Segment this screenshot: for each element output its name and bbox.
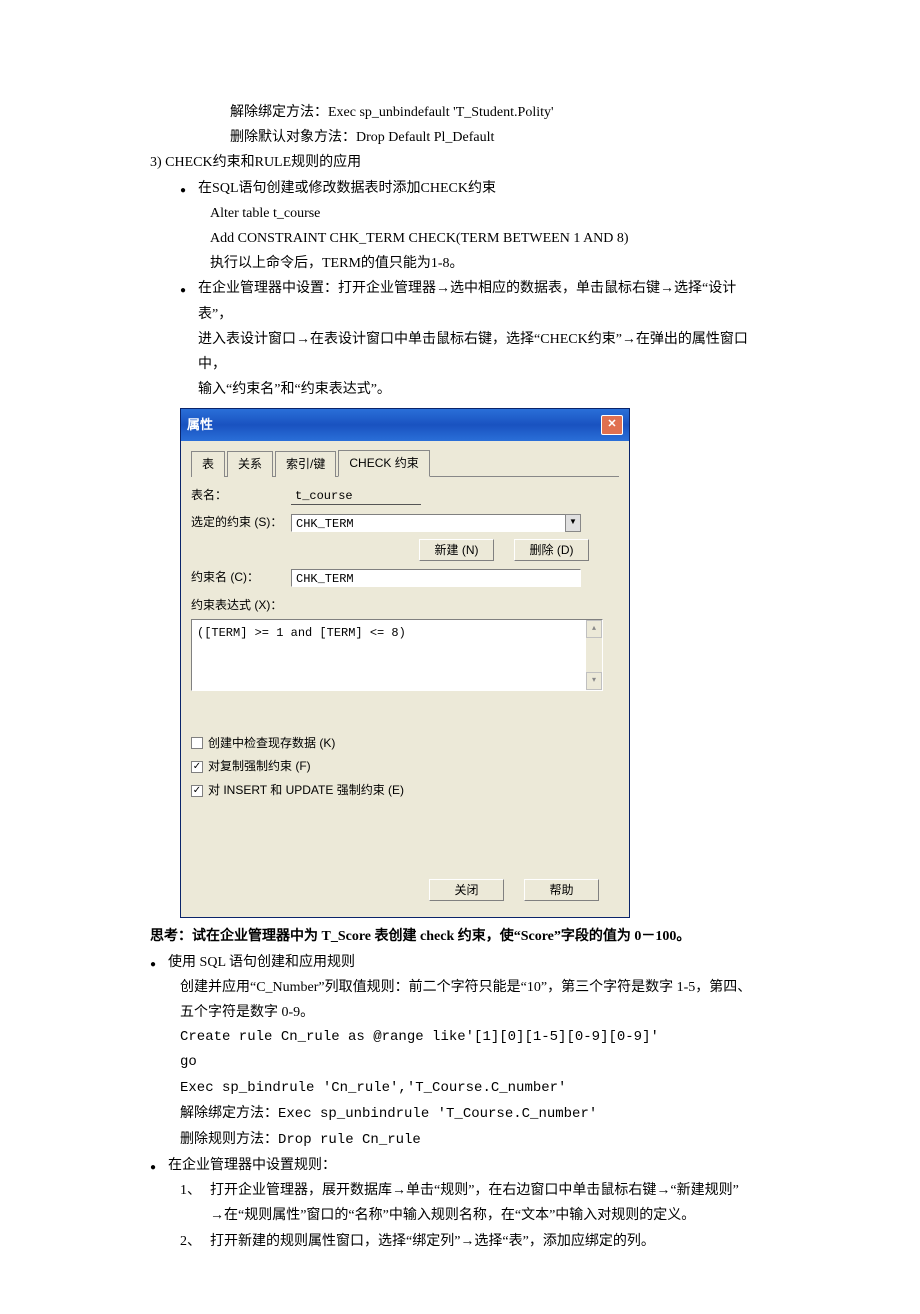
bullet-text-2: 在企业管理器中设置：打开企业管理器→选中相应的数据表，单击鼠标右键→选择“设计表… [198, 276, 770, 402]
checkbox-enforce-replication[interactable]: ✓ 对复制强制约束 (F) [191, 756, 619, 778]
document-page: 解除绑定方法：Exec sp_unbindefault 'T_Student.P… [0, 0, 920, 1314]
new-button[interactable]: 新建 (N) [419, 539, 494, 561]
delete-button[interactable]: 删除 (D) [514, 539, 589, 561]
help-button[interactable]: 帮助 [524, 879, 599, 901]
code-unbind-rule: 解除绑定方法：Exec sp_unbindrule 'T_Course.C_nu… [180, 1101, 770, 1127]
scroll-up-icon[interactable]: ▴ [586, 620, 602, 638]
bullet-sql-check: ● 在SQL语句创建或修改数据表时添加CHECK约束 [180, 176, 770, 201]
selected-constraint-combo[interactable]: CHK_TERM ▼ [291, 514, 581, 532]
checkbox-check-existing[interactable]: 创建中检查现存数据 (K) [191, 733, 619, 755]
bullet-em-rule: ● 在企业管理器中设置规则： [150, 1153, 770, 1178]
code-alter-2: Add CONSTRAINT CHK_TERM CHECK(TERM BETWE… [210, 226, 770, 251]
bullet-icon: ● [150, 956, 156, 974]
label-selected-constraint: 选定的约束 (S)： [191, 512, 291, 534]
constraint-expr-textarea[interactable]: ([TERM] >= 1 and [TERM] <= 8) ▴ ▾ [191, 619, 603, 691]
close-icon[interactable]: ✕ [601, 415, 623, 435]
bullet-icon: ● [150, 1159, 156, 1177]
num-item-1: 1、 打开企业管理器，展开数据库→单击“规则”，在右边窗口中单击鼠标右键→“新建… [180, 1178, 770, 1228]
code-alter-1: Alter table t_course [210, 201, 770, 226]
bullet-text-3: 使用 SQL 语句创建和应用规则 [168, 950, 770, 975]
bullet-enterprise-mgr: ● 在企业管理器中设置：打开企业管理器→选中相应的数据表，单击鼠标右键→选择“设… [180, 276, 770, 402]
value-table-name: t_course [291, 487, 421, 505]
tab-table[interactable]: 表 [191, 451, 225, 478]
input-constraint-name[interactable]: CHK_TERM [291, 569, 581, 587]
chevron-down-icon[interactable]: ▼ [565, 514, 581, 532]
checkbox-enforce-insert-update[interactable]: ✓ 对 INSERT 和 UPDATE 强制约束 (E) [191, 780, 619, 802]
tab-index[interactable]: 索引/键 [275, 451, 336, 478]
properties-dialog: 属性 ✕ 表 关系 索引/键 CHECK 约束 表名： t_course 选定的… [180, 408, 630, 918]
code-bind-rule: Exec sp_bindrule 'Cn_rule','T_Course.C_n… [180, 1076, 770, 1101]
think-prompt: 思考：试在企业管理器中为 T_Score 表创建 check 约束，使“Scor… [150, 924, 770, 949]
combo-value: CHK_TERM [291, 514, 565, 532]
scrollbar[interactable]: ▴ ▾ [586, 620, 602, 690]
section-3-heading: 3) CHECK约束和RULE规则的应用 [150, 150, 770, 175]
tab-strip: 表 关系 索引/键 CHECK 约束 [191, 449, 619, 478]
bullet-icon: ● [180, 282, 186, 300]
label-table-name: 表名： [191, 485, 291, 507]
checkbox-icon[interactable] [191, 737, 203, 749]
close-button[interactable]: 关闭 [429, 879, 504, 901]
bullet-text-4: 在企业管理器中设置规则： [168, 1153, 770, 1178]
dialog-title: 属性 [187, 413, 213, 436]
code-go: go [180, 1050, 770, 1075]
code-drop-rule: 删除规则方法：Drop rule Cn_rule [180, 1127, 770, 1153]
rule-desc-2: 五个字符是数字 0-9。 [180, 1000, 770, 1025]
num-item-2: 2、 打开新建的规则属性窗口，选择“绑定列”→选择“表”，添加应绑定的列。 [180, 1229, 770, 1254]
line-drop-default: 删除默认对象方法：Drop Default Pl_Default [230, 125, 770, 150]
checkbox-icon[interactable]: ✓ [191, 761, 203, 773]
code-alter-3: 执行以上命令后，TERM的值只能为1-8。 [210, 251, 770, 276]
bullet-icon: ● [180, 182, 186, 200]
dialog-titlebar: 属性 ✕ [181, 409, 629, 440]
line-unbind-default: 解除绑定方法：Exec sp_unbindefault 'T_Student.P… [230, 100, 770, 125]
scroll-down-icon[interactable]: ▾ [586, 672, 602, 690]
rule-desc-1: 创建并应用“C_Number”列取值规则：前二个字符只能是“10”，第三个字符是… [180, 975, 770, 1000]
tab-relation[interactable]: 关系 [227, 451, 273, 478]
label-constraint-name: 约束名 (C)： [191, 567, 291, 589]
code-create-rule: Create rule Cn_rule as @range like'[1][0… [180, 1025, 770, 1050]
tab-check[interactable]: CHECK 约束 [338, 450, 429, 478]
checkbox-icon[interactable]: ✓ [191, 785, 203, 797]
label-constraint-expr: 约束表达式 (X)： [191, 595, 619, 617]
bullet-sql-rule: ● 使用 SQL 语句创建和应用规则 [150, 950, 770, 975]
textarea-value: ([TERM] >= 1 and [TERM] <= 8) [192, 620, 586, 690]
bullet-text: 在SQL语句创建或修改数据表时添加CHECK约束 [198, 176, 770, 201]
